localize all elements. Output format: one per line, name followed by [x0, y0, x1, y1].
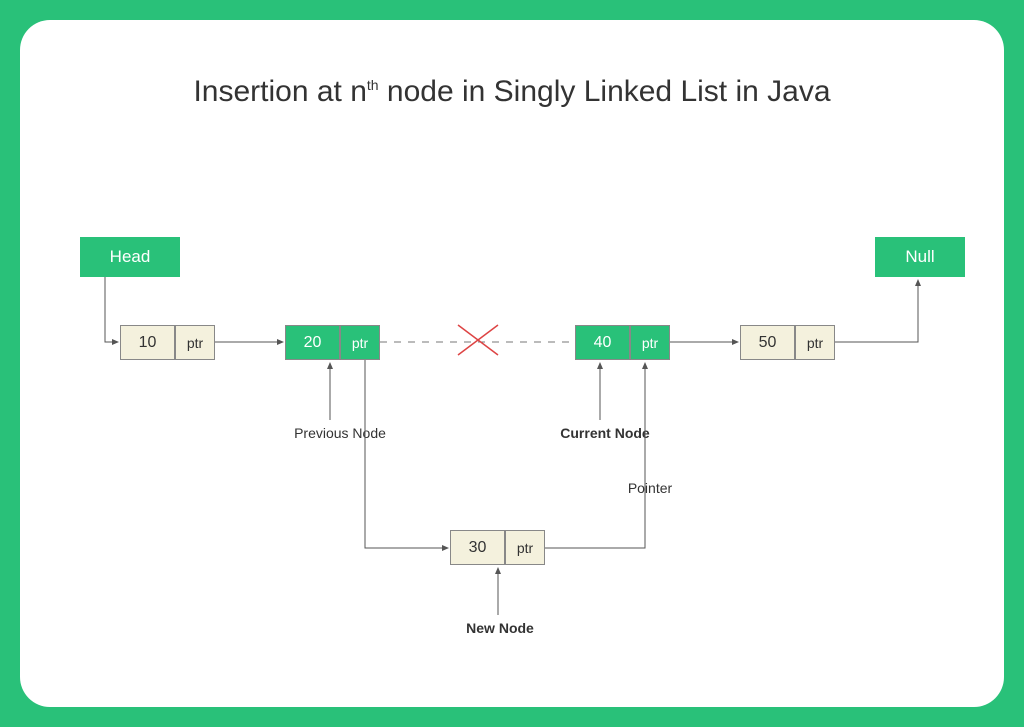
diagram-canvas: Insertion at nth node in Singly Linked L… [20, 20, 1004, 707]
node-20-ptr: ptr [340, 325, 380, 360]
node-40: 40 ptr [575, 325, 670, 360]
arrow-new-to-40 [545, 363, 645, 548]
arrows-layer [20, 20, 1004, 707]
broken-link-x-icon [458, 325, 498, 355]
title-suffix: node in Singly Linked List in Java [379, 75, 831, 108]
diagram-title: Insertion at nth node in Singly Linked L… [20, 75, 1004, 109]
null-label: Null [905, 247, 934, 267]
arrow-50-to-null [835, 280, 918, 342]
node-new-ptr: ptr [505, 530, 545, 565]
node-20: 20 ptr [285, 325, 380, 360]
title-prefix: Insertion at n [193, 75, 366, 108]
node-50-value: 50 [740, 325, 795, 360]
head-label: Head [110, 247, 151, 267]
arrow-20-to-new [365, 360, 448, 548]
node-10: 10 ptr [120, 325, 215, 360]
node-new-value: 30 [450, 530, 505, 565]
node-10-value: 10 [120, 325, 175, 360]
node-10-ptr: ptr [175, 325, 215, 360]
head-box: Head [80, 237, 180, 277]
pointer-label: Pointer [615, 480, 685, 496]
node-20-value: 20 [285, 325, 340, 360]
null-box: Null [875, 237, 965, 277]
new-node-label: New Node [450, 620, 550, 636]
node-40-value: 40 [575, 325, 630, 360]
node-50: 50 ptr [740, 325, 835, 360]
node-new: 30 ptr [450, 530, 545, 565]
title-th: th [367, 77, 379, 93]
arrow-head-to-10 [105, 277, 118, 342]
node-50-ptr: ptr [795, 325, 835, 360]
previous-node-label: Previous Node [280, 425, 400, 441]
node-40-ptr: ptr [630, 325, 670, 360]
current-node-label: Current Node [550, 425, 660, 441]
